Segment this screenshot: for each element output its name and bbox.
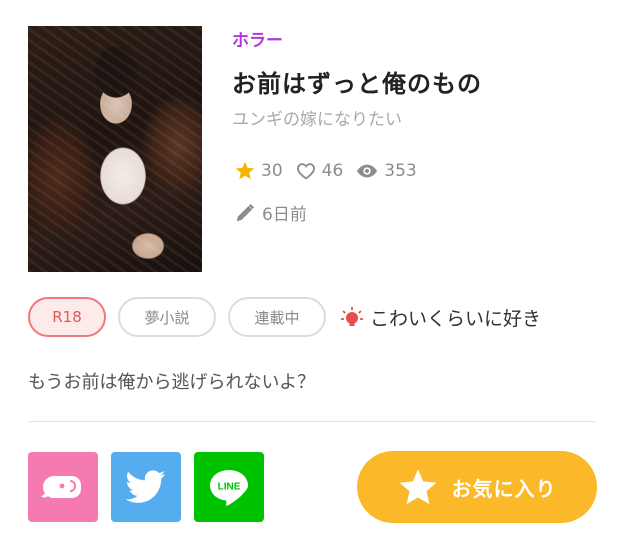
eye-icon <box>357 164 378 178</box>
star-count: 30 <box>234 160 283 182</box>
story-stats: 30 46 353 <box>234 160 429 182</box>
story-title: お前はずっと俺のもの <box>232 70 482 98</box>
lightbulb-icon <box>341 307 363 326</box>
pencil-icon <box>236 203 255 221</box>
share-line-button[interactable]: LINE <box>194 452 264 522</box>
genre-label[interactable]: ホラー <box>232 26 283 51</box>
line-icon: LINE <box>210 470 248 506</box>
last-updated-value: 6日前 <box>262 205 307 225</box>
heart-icon <box>296 163 315 180</box>
favorite-button[interactable]: お気に入り <box>357 451 597 523</box>
share-twitter-button[interactable] <box>111 452 181 522</box>
elephant-icon <box>41 476 81 498</box>
divider <box>28 421 596 422</box>
tag-r18[interactable]: R18 <box>28 297 106 337</box>
tag-dream-novel[interactable]: 夢小説 <box>118 297 216 337</box>
mood-label: こわいくらいに好き <box>370 307 542 330</box>
tag-list: R18 夢小説 連載中 こわいくらいに好き <box>28 297 541 337</box>
mood-tag[interactable]: こわいくらいに好き <box>340 304 541 331</box>
star-icon <box>235 161 255 180</box>
story-description: もうお前は俺から逃げられないよ？ <box>28 372 316 393</box>
like-count-value: 46 <box>321 161 344 181</box>
story-cover-image[interactable] <box>28 26 202 272</box>
favorite-label: お気に入り <box>451 476 557 501</box>
line-icon-label: LINE <box>218 482 241 493</box>
star-count-value: 30 <box>261 161 283 181</box>
tag-serializing[interactable]: 連載中 <box>228 297 326 337</box>
view-count-value: 353 <box>384 161 417 181</box>
share-elephant-button[interactable] <box>28 452 98 522</box>
like-count: 46 <box>295 160 344 182</box>
twitter-icon <box>126 470 166 503</box>
star-icon <box>399 469 436 505</box>
last-updated: 6日前 <box>234 200 307 225</box>
author-name[interactable]: ユンギの嫁になりたい <box>232 105 402 130</box>
view-count: 353 <box>355 160 417 182</box>
